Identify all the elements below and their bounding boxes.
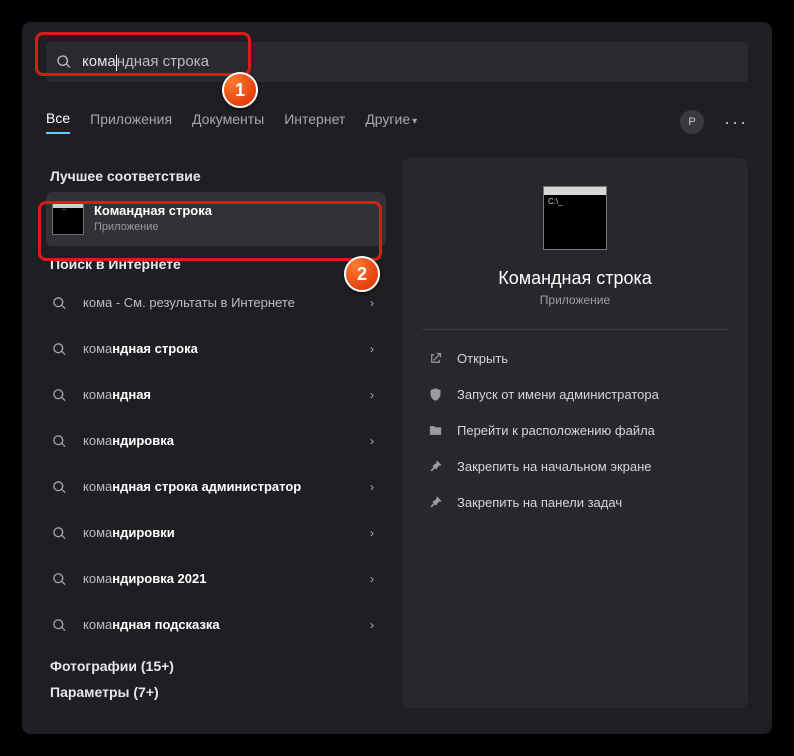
section-photos[interactable]: Фотографии (15+)	[50, 658, 386, 674]
chevron-right-icon: ›	[370, 618, 374, 632]
action-run-as-admin[interactable]: Запуск от имени администратора	[422, 376, 728, 412]
best-match-title: Командная строка	[94, 203, 212, 218]
tab-apps[interactable]: Приложения	[90, 111, 172, 133]
tab-more[interactable]: Другие▾	[365, 111, 417, 133]
preview-panel: Командная строка Приложение Открыть Запу…	[402, 158, 748, 708]
more-options-button[interactable]: ···	[724, 112, 748, 133]
chevron-right-icon: ›	[370, 572, 374, 586]
shield-icon	[428, 387, 443, 402]
web-result-text: кома - См. результаты в Интернете	[83, 295, 370, 311]
web-result-text: командная подсказка	[83, 617, 370, 633]
search-icon	[52, 480, 67, 495]
search-icon	[56, 54, 72, 70]
chevron-right-icon: ›	[370, 434, 374, 448]
section-settings[interactable]: Параметры (7+)	[50, 684, 386, 700]
action-open[interactable]: Открыть	[422, 340, 728, 376]
start-search-window: командная строка Все Приложения Документ…	[22, 22, 772, 734]
chevron-down-icon: ▾	[412, 116, 417, 127]
pin-icon	[428, 459, 443, 474]
search-icon	[52, 618, 67, 633]
web-result-text: командировка 2021	[83, 571, 370, 587]
search-icon	[52, 572, 67, 587]
tab-all[interactable]: Все	[46, 110, 70, 134]
pin-icon	[428, 495, 443, 510]
web-result-text: командировки	[83, 525, 370, 541]
search-typed: кома	[82, 53, 116, 70]
chevron-right-icon: ›	[370, 342, 374, 356]
search-icon	[52, 342, 67, 357]
search-icon	[52, 296, 67, 311]
web-result-item[interactable]: командировка 2021›	[46, 556, 386, 602]
cmd-app-icon	[52, 203, 84, 235]
web-result-item[interactable]: командная строка›	[46, 326, 386, 372]
web-result-item[interactable]: кома - См. результаты в Интернете›	[46, 280, 386, 326]
web-result-item[interactable]: командная подсказка›	[46, 602, 386, 648]
preview-subtitle: Приложение	[422, 293, 728, 307]
web-result-item[interactable]: командная строка администратор›	[46, 464, 386, 510]
search-tabs: Все Приложения Документы Интернет Другие…	[46, 110, 748, 134]
chevron-right-icon: ›	[370, 296, 374, 310]
folder-icon	[428, 423, 443, 438]
search-results-panel: Лучшее соответствие Командная строка При…	[46, 158, 386, 708]
chevron-right-icon: ›	[370, 388, 374, 402]
search-icon	[52, 526, 67, 541]
preview-app-icon	[543, 186, 607, 250]
action-open-file-location[interactable]: Перейти к расположению файла	[422, 412, 728, 448]
tab-web[interactable]: Интернет	[284, 111, 345, 133]
chevron-right-icon: ›	[370, 480, 374, 494]
web-result-text: командировка	[83, 433, 370, 449]
section-web-search: Поиск в Интернете	[50, 256, 386, 272]
tab-documents[interactable]: Документы	[192, 111, 264, 133]
search-input[interactable]: командная строка	[46, 42, 748, 82]
web-result-text: командная	[83, 387, 370, 403]
web-result-text: командная строка	[83, 341, 370, 357]
open-icon	[428, 351, 443, 366]
section-best-match: Лучшее соответствие	[50, 168, 386, 184]
user-avatar[interactable]: P	[680, 110, 704, 134]
best-match-result[interactable]: Командная строка Приложение	[46, 192, 386, 246]
web-result-item[interactable]: командировка›	[46, 418, 386, 464]
best-match-subtitle: Приложение	[94, 221, 374, 235]
web-result-item[interactable]: командировки›	[46, 510, 386, 556]
preview-title: Командная строка	[422, 268, 728, 289]
action-pin-to-taskbar[interactable]: Закрепить на панели задач	[422, 484, 728, 520]
search-icon	[52, 434, 67, 449]
web-result-item[interactable]: командная›	[46, 372, 386, 418]
search-text: командная строка	[82, 53, 209, 70]
web-result-text: командная строка администратор	[83, 479, 370, 495]
divider	[422, 329, 728, 330]
action-pin-to-start[interactable]: Закрепить на начальном экране	[422, 448, 728, 484]
search-icon	[52, 388, 67, 403]
search-suggestion-tail: ндная строка	[117, 53, 209, 70]
chevron-right-icon: ›	[370, 526, 374, 540]
